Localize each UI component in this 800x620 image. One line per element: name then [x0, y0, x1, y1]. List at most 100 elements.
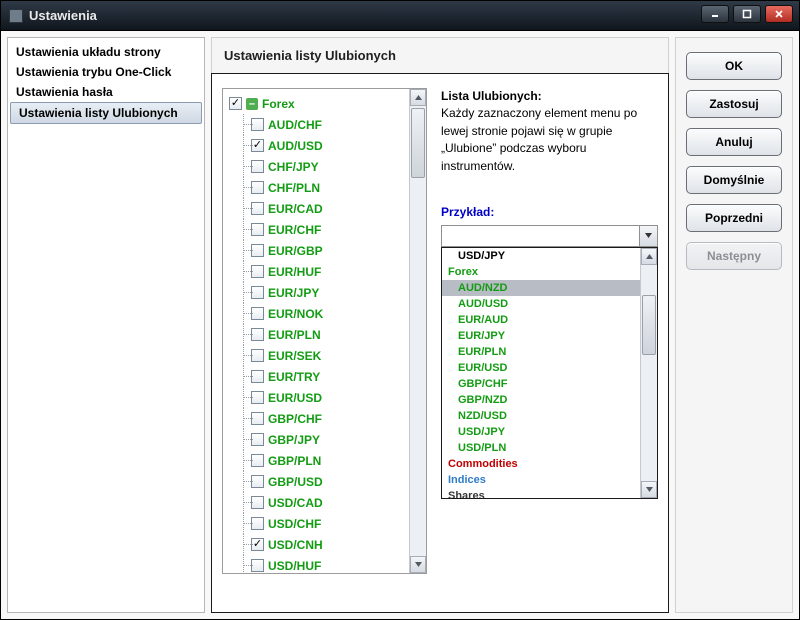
tree-node[interactable]: EUR/GBP [225, 240, 407, 261]
tree-line [237, 198, 251, 219]
default-button[interactable]: Domyślnie [686, 166, 782, 194]
tree-node[interactable]: GBP/CHF [225, 408, 407, 429]
tree-line [237, 282, 251, 303]
tree-label: CHF/PLN [268, 181, 320, 195]
next-button: Następny [686, 242, 782, 270]
sidebar-item[interactable]: Ustawienia listy Ulubionych [10, 102, 202, 124]
description-title: Lista Ulubionych: [441, 89, 542, 103]
tree-node[interactable]: AUD/USD [225, 135, 407, 156]
dropdown-item[interactable]: Indices [442, 472, 640, 488]
instrument-tree: –Forex AUD/CHF AUD/USD CHF/JPY CHF/PLN EUR/CA… [222, 88, 427, 574]
tree-node[interactable]: USD/HUF [225, 555, 407, 573]
tree-node[interactable]: CHF/PLN [225, 177, 407, 198]
dropdown-item[interactable]: EUR/AUD [442, 312, 640, 328]
tree-node[interactable]: EUR/SEK [225, 345, 407, 366]
tree-line [237, 177, 251, 198]
info-column: Lista Ulubionych: Każdy zaznaczony eleme… [441, 88, 658, 602]
sidebar-item[interactable]: Ustawienia układu strony [8, 42, 204, 62]
example-label: Przykład: [441, 205, 658, 219]
tree-node[interactable]: EUR/JPY [225, 282, 407, 303]
tree-node[interactable]: EUR/USD [225, 387, 407, 408]
dropdown-item[interactable]: AUD/NZD [442, 280, 640, 296]
scroll-up-button[interactable] [410, 89, 426, 106]
tree-label: AUD/USD [268, 139, 323, 153]
scroll-down-button[interactable] [641, 481, 657, 498]
tree-label: USD/CHF [268, 517, 321, 531]
tree-node[interactable]: GBP/JPY [225, 429, 407, 450]
tree-node[interactable]: CHF/JPY [225, 156, 407, 177]
tree-node[interactable]: EUR/NOK [225, 303, 407, 324]
example-combobox[interactable] [441, 225, 658, 247]
panel-title-wrap: Ustawienia listy Ulubionych [211, 37, 669, 73]
dropdown-scrollbar[interactable] [640, 248, 657, 498]
scroll-track[interactable] [410, 106, 426, 556]
tree-node[interactable]: EUR/CHF [225, 219, 407, 240]
panel-title: Ustawienia listy Ulubionych [224, 48, 656, 63]
tree-label: GBP/PLN [268, 454, 321, 468]
tree-node-root[interactable]: –Forex [225, 93, 407, 114]
dropdown-item[interactable]: GBP/NZD [442, 392, 640, 408]
tree-node[interactable]: USD/CNH [225, 534, 407, 555]
tree-label: EUR/TRY [268, 370, 320, 384]
apply-button[interactable]: Zastosuj [686, 90, 782, 118]
tree-label: EUR/CHF [268, 223, 321, 237]
collapse-icon[interactable]: – [246, 98, 258, 110]
sidebar-item[interactable]: Ustawienia trybu One-Click [8, 62, 204, 82]
dropdown-item[interactable]: USD/JPY [442, 248, 640, 264]
tree-node[interactable]: AUD/CHF [225, 114, 407, 135]
tree-line [237, 219, 251, 240]
tree-node[interactable]: EUR/HUF [225, 261, 407, 282]
tree-label: EUR/JPY [268, 286, 319, 300]
dropdown-item[interactable]: EUR/PLN [442, 344, 640, 360]
scroll-down-button[interactable] [410, 556, 426, 573]
tree-line [237, 156, 251, 177]
window-titlebar[interactable]: Ustawienia [1, 1, 799, 31]
tree-node[interactable]: GBP/USD [225, 471, 407, 492]
scroll-thumb[interactable] [642, 295, 656, 355]
dropdown-item[interactable]: NZD/USD [442, 408, 640, 424]
dropdown-item[interactable]: GBP/CHF [442, 376, 640, 392]
scroll-thumb[interactable] [411, 108, 425, 178]
dropdown-item[interactable]: EUR/JPY [442, 328, 640, 344]
dropdown-item[interactable]: AUD/USD [442, 296, 640, 312]
scroll-up-button[interactable] [641, 248, 657, 265]
tree-line [237, 345, 251, 366]
checkbox[interactable] [229, 97, 242, 110]
dropdown-item[interactable]: Forex [442, 264, 640, 280]
tree-label: EUR/NOK [268, 307, 323, 321]
tree-line [237, 513, 251, 534]
dropdown-item[interactable]: Shares [442, 488, 640, 499]
chevron-down-icon [644, 231, 653, 240]
tree-node[interactable]: EUR/PLN [225, 324, 407, 345]
previous-button[interactable]: Poprzedni [686, 204, 782, 232]
dropdown-item[interactable]: EUR/USD [442, 360, 640, 376]
dropdown-item[interactable]: USD/JPY [442, 424, 640, 440]
tree-node[interactable]: USD/CAD [225, 492, 407, 513]
window-body: Ustawienia układu stronyUstawienia trybu… [1, 31, 799, 619]
dropdown-item[interactable]: Commodities [442, 456, 640, 472]
example-dropdown: USD/JPYForexAUD/NZDAUD/USDEUR/AUDEUR/JPY… [441, 247, 658, 499]
combobox-toggle[interactable] [639, 226, 657, 246]
tree-label: GBP/JPY [268, 433, 320, 447]
tree-node[interactable]: GBP/PLN [225, 450, 407, 471]
tree-label: GBP/USD [268, 475, 323, 489]
tree-label: AUD/CHF [268, 118, 322, 132]
tree-viewport: –Forex AUD/CHF AUD/USD CHF/JPY CHF/PLN EUR/CA… [223, 89, 409, 573]
tree-node[interactable]: EUR/CAD [225, 198, 407, 219]
tree-line [237, 303, 251, 324]
maximize-button[interactable] [733, 5, 761, 23]
dropdown-item[interactable]: USD/PLN [442, 440, 640, 456]
tree-scrollbar[interactable] [409, 89, 426, 573]
scroll-track[interactable] [641, 265, 657, 481]
tree-label: EUR/HUF [268, 265, 321, 279]
tree-line [237, 492, 251, 513]
tree-node[interactable]: EUR/TRY [225, 366, 407, 387]
ok-button[interactable]: OK [686, 52, 782, 80]
close-button[interactable] [765, 5, 793, 23]
settings-nav: Ustawienia układu stronyUstawienia trybu… [7, 37, 205, 613]
tree-line [237, 471, 251, 492]
cancel-button[interactable]: Anuluj [686, 128, 782, 156]
tree-node[interactable]: USD/CHF [225, 513, 407, 534]
sidebar-item[interactable]: Ustawienia hasła [8, 82, 204, 102]
minimize-button[interactable] [701, 5, 729, 23]
